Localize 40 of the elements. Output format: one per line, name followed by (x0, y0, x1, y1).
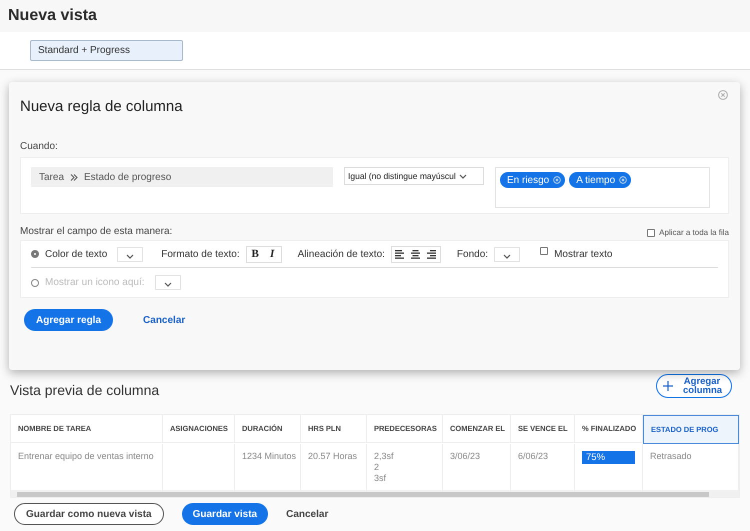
cancel-link[interactable]: Cancelar (143, 314, 186, 326)
display-label: Mostrar el campo de esta manera: (20, 226, 172, 237)
option-label: Mostrar un icono aquí: (45, 277, 144, 288)
dialog-title: Nueva regla de columna (20, 98, 184, 115)
save-as-button[interactable]: Guardar como nueva vista (14, 503, 164, 525)
show-text-label: Mostrar texto (554, 248, 612, 260)
caret-icon (503, 254, 512, 258)
caret-icon (126, 254, 134, 258)
value-chip[interactable]: A tiempo (569, 172, 632, 188)
remove-icon[interactable] (619, 176, 628, 184)
caret-icon (164, 282, 172, 287)
field-path[interactable]: Tarea Estado de progreso (31, 167, 333, 187)
cancel-button[interactable]: Cancelar (286, 508, 328, 520)
option-label: Color de texto (45, 248, 108, 260)
scrollbar[interactable] (11, 490, 739, 497)
view-name-field[interactable]: Standard + Progress (30, 40, 183, 61)
radio-button[interactable] (31, 250, 39, 258)
page-title: Nueva vista (8, 7, 97, 25)
caret-icon (458, 174, 467, 178)
section-title: Vista previa de columna (10, 382, 160, 398)
checkbox[interactable] (540, 247, 548, 255)
plus-icon (663, 381, 673, 391)
background-label: Fondo: (456, 248, 488, 260)
apply-row-label: Aplicar a toda la fila (659, 228, 729, 237)
percent-bar: 75% (582, 451, 635, 464)
values-field[interactable]: En riesgo A tiempo (495, 167, 710, 208)
operator-dropdown[interactable]: Igual (no distingue mayúscul (344, 167, 484, 185)
background-dropdown[interactable] (494, 246, 520, 262)
chevron-icon (70, 174, 78, 180)
checkbox[interactable] (647, 228, 656, 236)
color-dropdown[interactable] (117, 246, 144, 262)
remove-icon[interactable] (553, 176, 562, 184)
alignment-label: Alineación de texto: (298, 248, 385, 260)
add-column-button[interactable]: Agregar columna (656, 374, 732, 398)
icon-dropdown[interactable] (154, 275, 180, 290)
when-label: Cuando: (20, 141, 58, 152)
save-button[interactable]: Guardar vista (182, 503, 268, 525)
value-chip[interactable]: En riesgo (500, 172, 566, 188)
format-label: Formato de texto: (161, 248, 240, 260)
add-rule-button[interactable]: Agregar regla (24, 309, 114, 331)
